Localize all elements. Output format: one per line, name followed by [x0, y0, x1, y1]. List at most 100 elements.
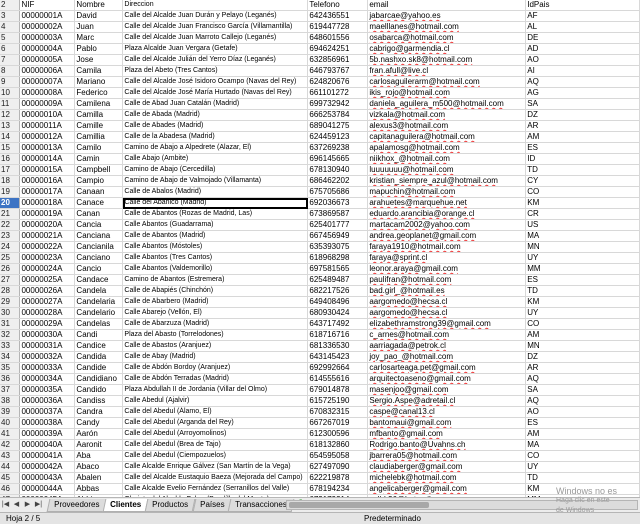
row-header[interactable]: 6 [0, 43, 21, 55]
cell-nombre[interactable]: Mariano [74, 76, 124, 88]
cell-tel[interactable]: 618716716 [307, 329, 369, 341]
cell-pais[interactable]: AG [525, 87, 640, 99]
cell-email[interactable]: carlosarteaga.pet@gmail.com [367, 362, 527, 374]
cell-pais[interactable]: KM [525, 296, 640, 308]
cell-pais[interactable]: CR [525, 208, 640, 220]
cell-pais[interactable]: AQ [525, 395, 640, 407]
cell-pais[interactable]: ES [525, 142, 640, 154]
cell-nif[interactable]: 00000023A [19, 252, 76, 264]
cell-email[interactable]: mfbanto@gmail.com [367, 428, 527, 440]
cell-nombre[interactable]: Candidiano [74, 373, 124, 385]
row-header[interactable]: 33 [0, 340, 21, 352]
cell-dir[interactable]: Calle del Alcalde Juan Marroto Callejo (… [122, 32, 309, 44]
cell-pais[interactable]: SA [525, 98, 640, 110]
row-header[interactable]: 24 [0, 241, 21, 253]
table-row[interactable]: 14 00000012A Camillia Calle de la Abadesa (… [0, 131, 640, 143]
table-row[interactable]: 16 00000014A Camin Calle Abajo (Ambite) 6961… [0, 153, 640, 165]
cell-nombre[interactable]: Canciana [74, 230, 124, 242]
cell-email[interactable]: faraya@sprint.cl [367, 252, 527, 264]
cell-dir[interactable]: Plaza Alcalde Juan Vergara (Getafe) [122, 43, 309, 55]
cell-nombre[interactable]: Candi [74, 329, 124, 341]
cell-email[interactable]: andrea.geoplanet@gmail.com [367, 230, 527, 242]
cell-dir[interactable]: Calle de Abalos (Madrid) [122, 186, 309, 198]
cell-email[interactable]: arquitectoaseno@gmail.com [367, 373, 527, 385]
cell-pais[interactable]: AL [525, 21, 640, 33]
table-row[interactable]: 46 00000044A Abbas Calle Alcalde Evelio Fer… [0, 483, 640, 495]
cell-tel[interactable]: 643717492 [307, 318, 369, 330]
row-header[interactable]: 11 [0, 98, 21, 110]
cell-nif[interactable]: 00000030A [19, 329, 76, 341]
cell-tel[interactable]: 699732942 [307, 98, 369, 110]
cell-nombre[interactable]: Candido [74, 384, 124, 396]
cell-dir[interactable]: Calle de Abay (Madrid) [122, 351, 309, 363]
cell-nif[interactable]: 00000028A [19, 307, 76, 319]
table-row[interactable]: 42 00000040A Aaronit Calle del Abedul (Brea… [0, 439, 640, 451]
cell-dir[interactable]: Calle de Abades (Madrid) [122, 120, 309, 132]
cell-nif[interactable]: 00000044A [19, 483, 76, 495]
cell-nif[interactable]: 00000008A [19, 87, 76, 99]
page-style[interactable]: Predeterminado [364, 513, 421, 524]
cell-nif[interactable]: 00000020A [19, 219, 76, 231]
table-row[interactable]: 27 00000025A Candace Camino de Abantos (Est… [0, 274, 640, 286]
row-header[interactable]: 46 [0, 483, 21, 495]
table-row[interactable]: 15 00000013A Camilo Camino de Abajo a Alped… [0, 142, 640, 154]
cell-dir[interactable]: Calle Abantos (Móstoles) [122, 241, 309, 253]
cell-pais[interactable]: AQ [525, 373, 640, 385]
cell-dir[interactable]: Calle de Abastos (Aranjuez) [122, 340, 309, 352]
cell-nombre[interactable]: David [74, 10, 124, 22]
table-row[interactable]: 43 00000041A Aba Calle del Abedul (Ciempozu… [0, 450, 640, 462]
cell-email[interactable]: bad.girl_@hotmail.es [367, 285, 527, 297]
cell-nombre[interactable]: Candice [74, 340, 124, 352]
cell-email[interactable]: capitanaguilera@hotmail.com [367, 131, 527, 143]
table-row[interactable]: 17 00000015A Campbell Camino de Abajo (Cerc… [0, 164, 640, 176]
row-header[interactable]: 12 [0, 109, 21, 121]
row-header[interactable]: 30 [0, 307, 21, 319]
cell-nombre[interactable]: Camilena [74, 98, 124, 110]
table-row[interactable]: 5 00000003A Marc Calle del Alcalde Juan Mar… [0, 32, 640, 44]
cell-email[interactable]: fran.afull@live.cl [367, 65, 527, 77]
row-header[interactable]: 21 [0, 208, 21, 220]
cell-nif[interactable]: 00000011A [19, 120, 76, 132]
sheet-tab[interactable]: Países [192, 498, 232, 512]
cell-pais[interactable]: AM [525, 329, 640, 341]
cell-dir[interactable]: Calle Abantos (Tres Cantos) [122, 252, 309, 264]
last-sheet-icon[interactable]: ▶| [33, 499, 44, 511]
cell-tel[interactable]: 618132860 [307, 439, 369, 451]
cell-nombre[interactable]: Aarón [74, 428, 124, 440]
row-header[interactable]: 10 [0, 87, 21, 99]
sheet-tab[interactable]: Clientes [102, 498, 149, 512]
table-row[interactable]: 4 00000002A Juan Calle del Alcalde Juan Fra… [0, 21, 640, 33]
cell-nif[interactable]: 00000025A [19, 274, 76, 286]
cell-email[interactable]: vizkala@hotmail.com [367, 109, 527, 121]
cell-pais[interactable]: IdPais [525, 0, 640, 11]
cell-tel[interactable]: 612300596 [307, 428, 369, 440]
cell-tel[interactable]: 624820676 [307, 76, 369, 88]
table-row[interactable]: 32 00000030A Candi Plaza del Abasto (Torrel… [0, 329, 640, 341]
cell-tel[interactable]: 686462202 [307, 175, 369, 187]
cell-email[interactable]: aargomedo@hecsa.cl [367, 296, 527, 308]
cell-nombre[interactable]: Abalen [74, 472, 124, 484]
cell-email[interactable]: c_arnes@hotmail.com [367, 329, 527, 341]
cell-tel[interactable]: 649408496 [307, 296, 369, 308]
row-header[interactable]: 37 [0, 384, 21, 396]
cell-nombre[interactable]: Campbell [74, 164, 124, 176]
table-row[interactable]: 6 00000004A Pablo Plaza Alcalde Juan Vergar… [0, 43, 640, 55]
cell-nif[interactable]: 00000005A [19, 54, 76, 66]
row-header[interactable]: 16 [0, 153, 21, 165]
cell-email[interactable]: angelicaberger@gmail.com [367, 483, 527, 495]
cell-pais[interactable]: MM [525, 263, 640, 275]
cell-nif[interactable]: 00000009A [19, 98, 76, 110]
cell-nif[interactable]: 00000037A [19, 406, 76, 418]
cell-dir[interactable]: Calle de Abdón Terradas (Madrid) [122, 373, 309, 385]
cell-pais[interactable]: UY [525, 307, 640, 319]
cell-nif[interactable]: 00000016A [19, 175, 76, 187]
cell-email[interactable]: 5b.nashxo.sk8@hotmail.com [367, 54, 527, 66]
cell-email[interactable]: apalamosg@hotmail.com [367, 142, 527, 154]
cell-dir[interactable]: Calle de Abapiés (Chinchón) [122, 285, 309, 297]
cell-dir[interactable]: Calle de Abad Juan Catalán (Madrid) [122, 98, 309, 110]
table-row[interactable]: 20 00000018A Canace Calle del Abanico (Madr… [0, 197, 640, 209]
cell-tel[interactable]: 624459123 [307, 131, 369, 143]
cell-email[interactable]: michelebk@hotmail.com [367, 472, 527, 484]
cell-email[interactable]: elizabethramstrong39@gmail.com [367, 318, 527, 330]
cell-email[interactable]: leonor.araya@gmail.com [367, 263, 527, 275]
